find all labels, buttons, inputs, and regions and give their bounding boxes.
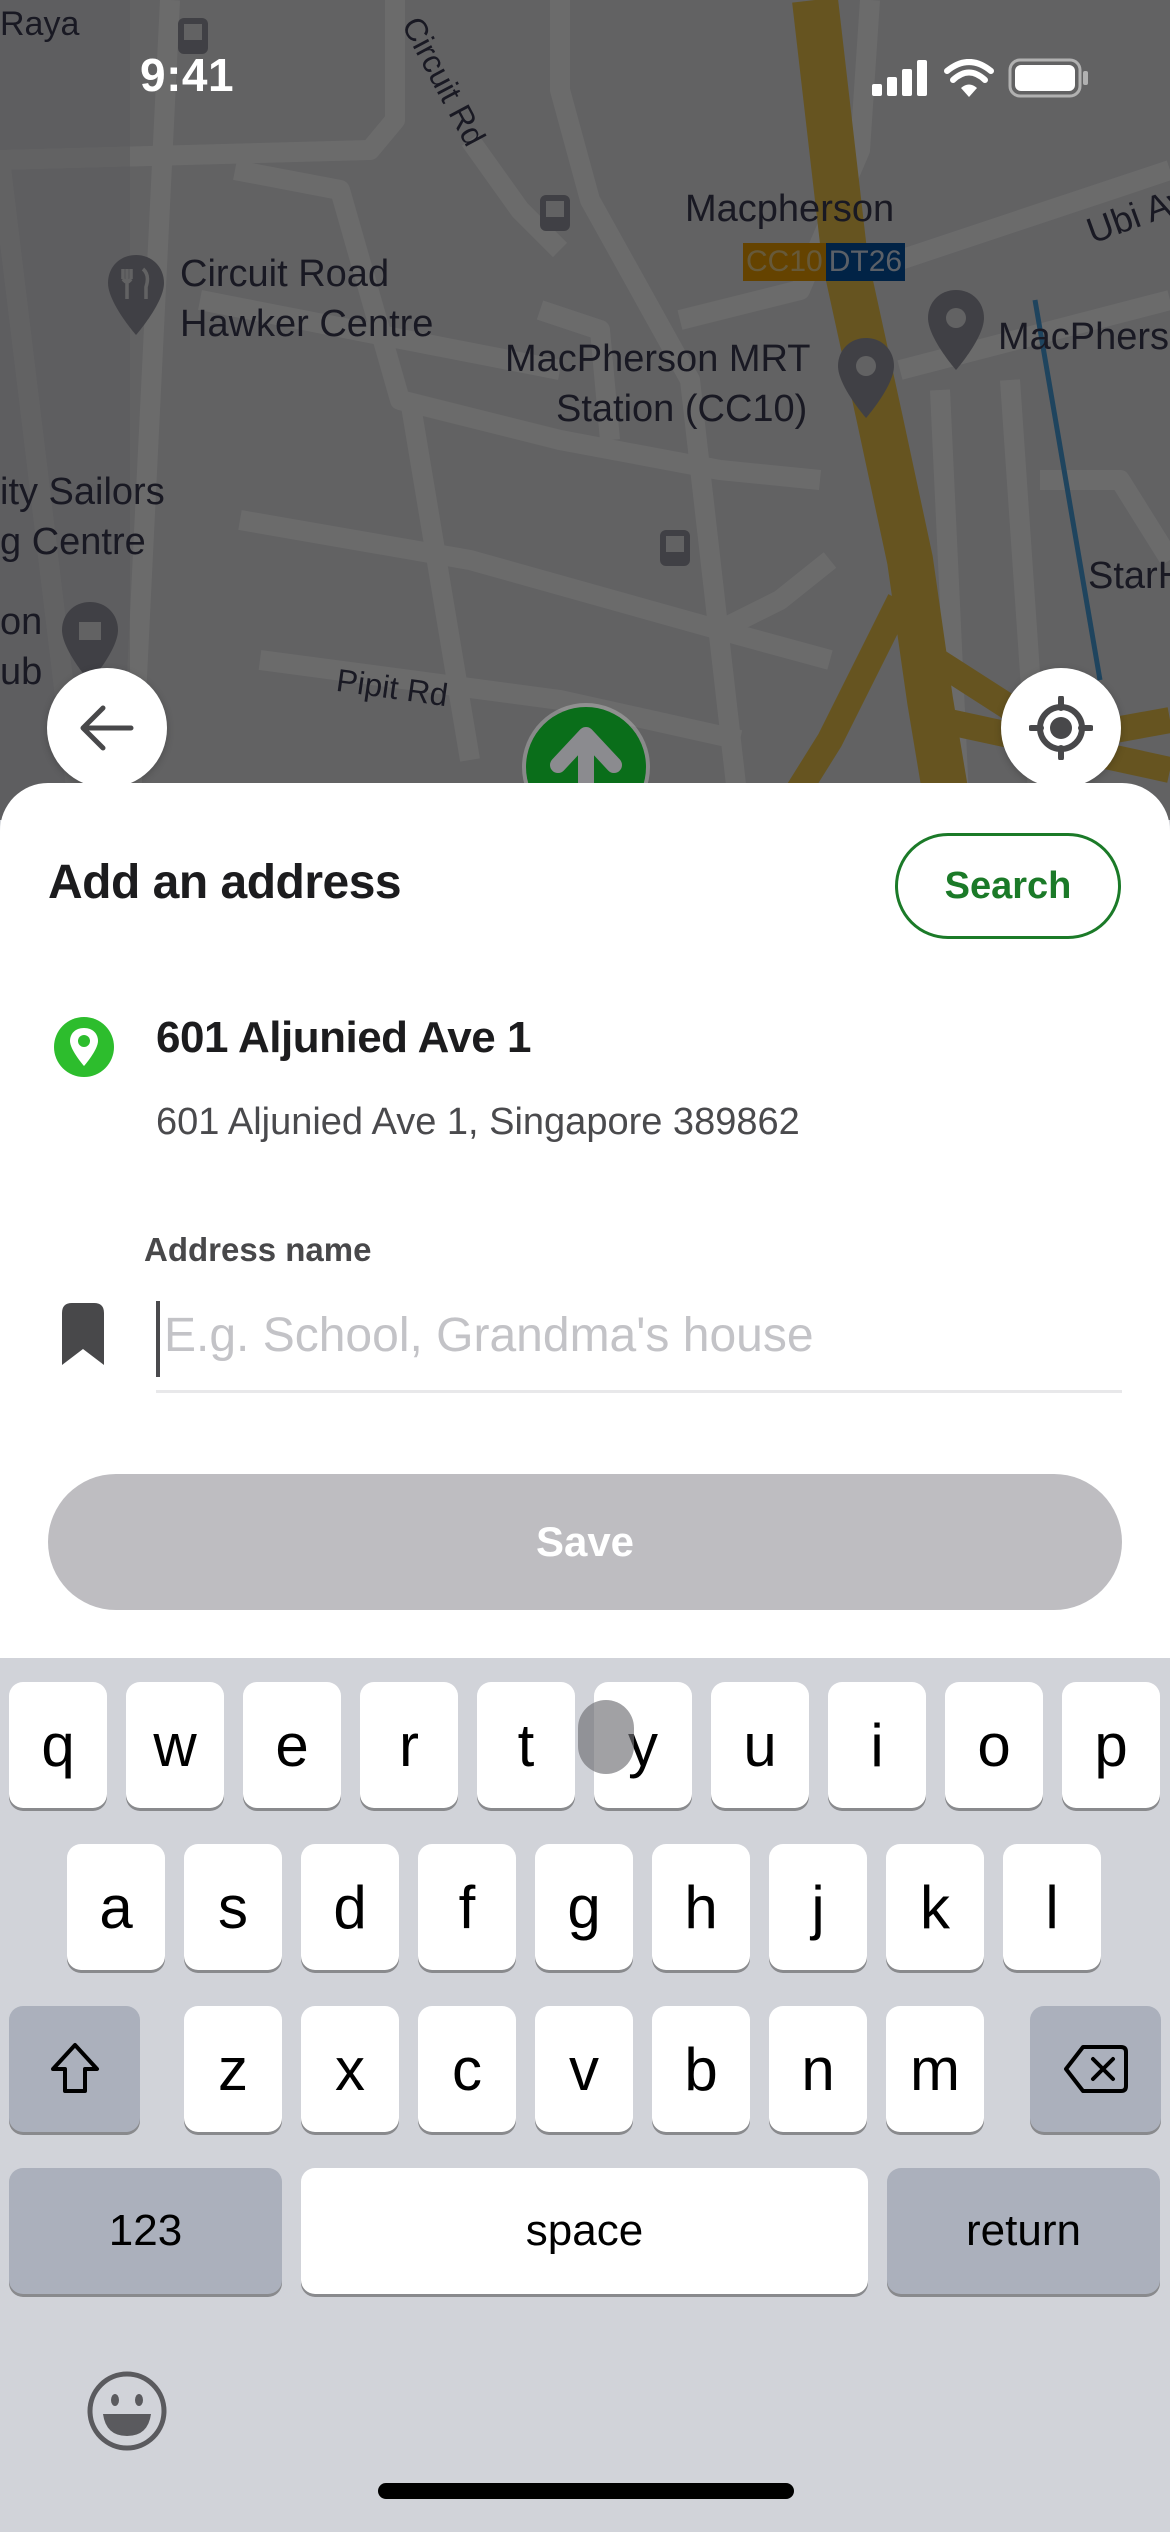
address-name-field[interactable] bbox=[156, 1283, 1122, 1393]
status-time: 9:41 bbox=[140, 49, 235, 101]
key-x[interactable]: x bbox=[301, 2006, 399, 2132]
key-f[interactable]: f bbox=[418, 1844, 516, 1970]
back-button[interactable] bbox=[47, 668, 167, 788]
add-address-sheet: Add an address Search 601 Aljunied Ave 1… bbox=[0, 783, 1170, 1658]
battery-icon bbox=[1008, 58, 1088, 98]
key-p[interactable]: p bbox=[1062, 1682, 1160, 1808]
location-pin-icon bbox=[54, 1017, 114, 1077]
key-s[interactable]: s bbox=[184, 1844, 282, 1970]
space-key[interactable]: space bbox=[301, 2168, 868, 2294]
key-z[interactable]: z bbox=[184, 2006, 282, 2132]
key-q[interactable]: q bbox=[9, 1682, 107, 1808]
arrow-left-icon bbox=[80, 705, 134, 751]
bookmark-icon bbox=[62, 1303, 104, 1365]
address-name-label: Address name bbox=[144, 1231, 372, 1268]
delete-key[interactable] bbox=[1030, 2006, 1161, 2132]
cellular-signal-icon bbox=[872, 60, 927, 96]
locate-me-button[interactable] bbox=[1001, 668, 1121, 788]
save-button[interactable]: Save bbox=[48, 1474, 1122, 1610]
home-indicator[interactable] bbox=[378, 2483, 794, 2499]
key-g[interactable]: g bbox=[535, 1844, 633, 1970]
address-name-input[interactable] bbox=[156, 1283, 1122, 1387]
emoji-icon[interactable] bbox=[86, 2370, 168, 2452]
key-n[interactable]: n bbox=[769, 2006, 867, 2132]
key-e[interactable]: e bbox=[243, 1682, 341, 1808]
on-screen-keyboard: q w e r t y u i o p a s d f g h j k l z … bbox=[0, 1658, 1170, 2532]
backspace-icon bbox=[1063, 2045, 1128, 2093]
key-t[interactable]: t bbox=[477, 1682, 575, 1808]
location-name: 601 Aljunied Ave 1 bbox=[156, 1013, 531, 1062]
key-r[interactable]: r bbox=[360, 1682, 458, 1808]
wifi-icon bbox=[944, 59, 994, 97]
key-o[interactable]: o bbox=[945, 1682, 1043, 1808]
status-bar: 9:41 bbox=[0, 0, 1170, 150]
key-v[interactable]: v bbox=[535, 2006, 633, 2132]
key-b[interactable]: b bbox=[652, 2006, 750, 2132]
key-j[interactable]: j bbox=[769, 1844, 867, 1970]
crosshair-icon bbox=[1029, 696, 1093, 760]
key-c[interactable]: c bbox=[418, 2006, 516, 2132]
key-k[interactable]: k bbox=[886, 1844, 984, 1970]
key-u[interactable]: u bbox=[711, 1682, 809, 1808]
search-button[interactable]: Search bbox=[895, 833, 1121, 939]
key-m[interactable]: m bbox=[886, 2006, 984, 2132]
return-key[interactable]: return bbox=[887, 2168, 1160, 2294]
location-full-address: 601 Aljunied Ave 1, Singapore 389862 bbox=[156, 1101, 800, 1143]
key-d[interactable]: d bbox=[301, 1844, 399, 1970]
sheet-title: Add an address bbox=[48, 856, 402, 909]
shift-key[interactable] bbox=[9, 2006, 140, 2132]
numbers-key[interactable]: 123 bbox=[9, 2168, 282, 2294]
key-l[interactable]: l bbox=[1003, 1844, 1101, 1970]
key-h[interactable]: h bbox=[652, 1844, 750, 1970]
key-a[interactable]: a bbox=[67, 1844, 165, 1970]
touch-indicator bbox=[578, 1700, 634, 1774]
shift-arrow-icon bbox=[50, 2043, 99, 2093]
key-w[interactable]: w bbox=[126, 1682, 224, 1808]
key-i[interactable]: i bbox=[828, 1682, 926, 1808]
